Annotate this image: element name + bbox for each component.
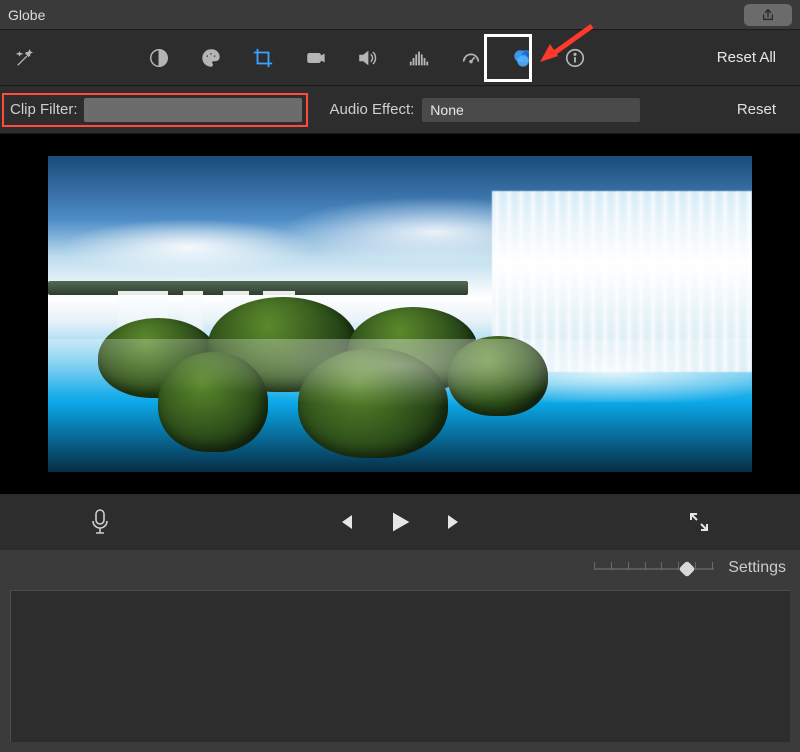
microphone-icon [90, 509, 110, 535]
voiceover-record-button[interactable] [90, 509, 110, 535]
audio-effect-value: None [430, 102, 463, 118]
speed-button[interactable] [458, 45, 484, 71]
stabilize-icon [304, 47, 326, 69]
filter-icon [512, 47, 534, 69]
contrast-icon [148, 47, 170, 69]
timeline-area[interactable] [10, 590, 790, 742]
skip-back-icon [334, 511, 356, 533]
skip-forward-icon [444, 511, 466, 533]
play-icon [386, 508, 414, 536]
timeline-settings-bar: Settings [0, 550, 800, 586]
crop-icon [252, 47, 274, 69]
reset-effects-button[interactable]: Reset [737, 101, 776, 118]
preview-viewer[interactable] [48, 156, 752, 472]
adjustments-toolbar: Reset All [0, 30, 800, 86]
previous-button[interactable] [334, 511, 356, 533]
clip-filter-section: Clip Filter: [2, 93, 308, 127]
color-correction-button[interactable] [198, 45, 224, 71]
next-button[interactable] [444, 511, 466, 533]
timeline-zoom-slider[interactable] [594, 560, 714, 576]
reset-all-button[interactable]: Reset All [717, 49, 790, 66]
auto-enhance-button[interactable] [14, 47, 36, 69]
speed-icon [460, 47, 482, 69]
imovie-inspector-window: Globe [0, 0, 800, 752]
noise-equalizer-button[interactable] [406, 45, 432, 71]
clip-filter-label: Clip Filter: [10, 101, 78, 118]
audio-effect-selector[interactable]: None [422, 98, 640, 122]
preview-area [0, 134, 800, 494]
lower-panel: Settings [0, 550, 800, 752]
info-icon [564, 47, 586, 69]
share-icon [761, 8, 775, 22]
audio-effect-section: Audio Effect: None [330, 98, 641, 122]
volume-button[interactable] [354, 45, 380, 71]
project-title: Globe [8, 7, 45, 23]
clip-info-button[interactable] [562, 45, 588, 71]
share-button[interactable] [744, 4, 792, 26]
color-balance-button[interactable] [146, 45, 172, 71]
expand-icon [688, 511, 710, 533]
clip-filter-selector[interactable] [84, 98, 302, 122]
stabilization-button[interactable] [302, 45, 328, 71]
palette-icon [200, 47, 222, 69]
equalizer-icon [408, 47, 430, 69]
volume-icon [356, 47, 378, 69]
zoom-slider-knob[interactable] [678, 561, 695, 578]
magic-wand-icon [14, 47, 36, 69]
tool-icons-group [146, 45, 588, 71]
audio-effect-label: Audio Effect: [330, 101, 415, 118]
fullscreen-button[interactable] [688, 511, 710, 533]
effects-row: Clip Filter: Audio Effect: None Reset [0, 86, 800, 134]
title-bar: Globe [0, 0, 800, 30]
timeline-settings-button[interactable]: Settings [728, 559, 786, 577]
clip-filter-button[interactable] [510, 45, 536, 71]
crop-button[interactable] [250, 45, 276, 71]
playback-controls [0, 494, 800, 550]
play-button[interactable] [386, 508, 414, 536]
